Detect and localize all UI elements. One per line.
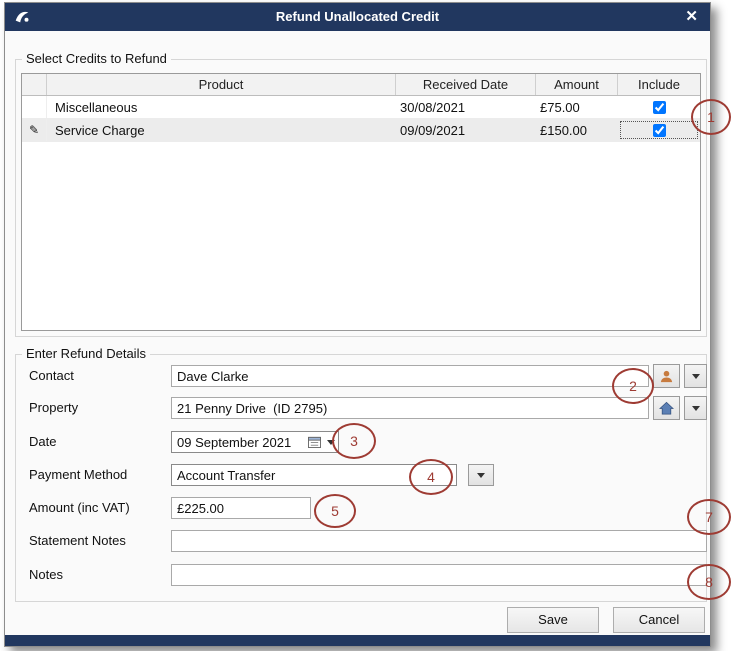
- annotation-circle-4: 4: [409, 459, 453, 495]
- cell-amount: £150.00: [536, 119, 618, 141]
- cell-product: Miscellaneous: [47, 96, 396, 118]
- payment-method-dropdown-button[interactable]: [468, 464, 494, 486]
- date-picker[interactable]: 09 September 2021: [171, 431, 339, 453]
- column-header-amount[interactable]: Amount: [536, 74, 618, 95]
- contact-dropdown-button[interactable]: [684, 364, 707, 388]
- cell-include: [618, 119, 700, 141]
- title-bar: Refund Unallocated Credit ✕: [5, 3, 710, 31]
- chevron-down-icon: [477, 473, 485, 478]
- window-title: Refund Unallocated Credit: [5, 3, 710, 31]
- credits-grid: Product Received Date Amount Include Mis…: [21, 73, 701, 331]
- person-icon: [659, 369, 674, 384]
- cancel-button[interactable]: Cancel: [613, 607, 705, 633]
- chevron-down-icon: [692, 374, 700, 379]
- row-selector[interactable]: [22, 96, 47, 118]
- save-button[interactable]: Save: [507, 607, 599, 633]
- property-dropdown-button[interactable]: [684, 396, 707, 420]
- contact-field[interactable]: [171, 365, 649, 387]
- table-row[interactable]: Miscellaneous 30/08/2021 £75.00: [22, 96, 700, 119]
- include-checkbox[interactable]: [653, 101, 666, 114]
- annotation-circle-3: 3: [332, 423, 376, 459]
- statement-notes-label: Statement Notes: [29, 530, 126, 552]
- property-field[interactable]: [171, 397, 649, 419]
- cell-received-date: 30/08/2021: [396, 96, 536, 118]
- column-header-include[interactable]: Include: [618, 74, 700, 95]
- bottom-accent-bar: [5, 635, 710, 646]
- cell-include: [618, 96, 700, 118]
- refund-details-group-title: Enter Refund Details: [22, 346, 150, 361]
- house-icon: [659, 401, 674, 416]
- cell-product: Service Charge: [47, 119, 396, 141]
- annotation-circle-8: 8: [687, 564, 731, 600]
- column-header-received-date[interactable]: Received Date: [396, 74, 536, 95]
- annotation-circle-5: 5: [314, 494, 356, 528]
- calendar-icon: [305, 436, 323, 448]
- refund-dialog: Refund Unallocated Credit ✕ Select Credi…: [4, 2, 711, 647]
- include-checkbox[interactable]: [653, 124, 666, 137]
- annotation-circle-7: 7: [687, 499, 731, 535]
- statement-notes-field[interactable]: [171, 530, 707, 552]
- annotation-circle-2: 2: [612, 368, 654, 404]
- property-lookup-button[interactable]: [653, 396, 680, 420]
- credits-grid-header: Product Received Date Amount Include: [22, 74, 700, 96]
- cell-amount: £75.00: [536, 96, 618, 118]
- date-label: Date: [29, 431, 56, 453]
- column-header-product[interactable]: Product: [47, 74, 396, 95]
- column-header-selector: [22, 74, 47, 95]
- contact-lookup-button[interactable]: [653, 364, 680, 388]
- notes-label: Notes: [29, 564, 63, 586]
- payment-method-label: Payment Method: [29, 464, 127, 486]
- amount-label: Amount (inc VAT): [29, 497, 130, 519]
- annotation-circle-1: 1: [691, 99, 731, 135]
- credits-group-title: Select Credits to Refund: [22, 51, 171, 66]
- chevron-down-icon: [692, 406, 700, 411]
- cell-received-date: 09/09/2021: [396, 119, 536, 141]
- property-label: Property: [29, 397, 78, 419]
- row-selector[interactable]: ✎: [22, 119, 47, 141]
- date-value: 09 September 2021: [172, 435, 305, 450]
- amount-field[interactable]: [171, 497, 311, 519]
- table-row[interactable]: ✎ Service Charge 09/09/2021 £150.00: [22, 119, 700, 142]
- edit-pencil-icon: ✎: [29, 123, 39, 137]
- contact-label: Contact: [29, 365, 74, 387]
- notes-field[interactable]: [171, 564, 707, 586]
- close-icon[interactable]: ✕: [685, 3, 698, 31]
